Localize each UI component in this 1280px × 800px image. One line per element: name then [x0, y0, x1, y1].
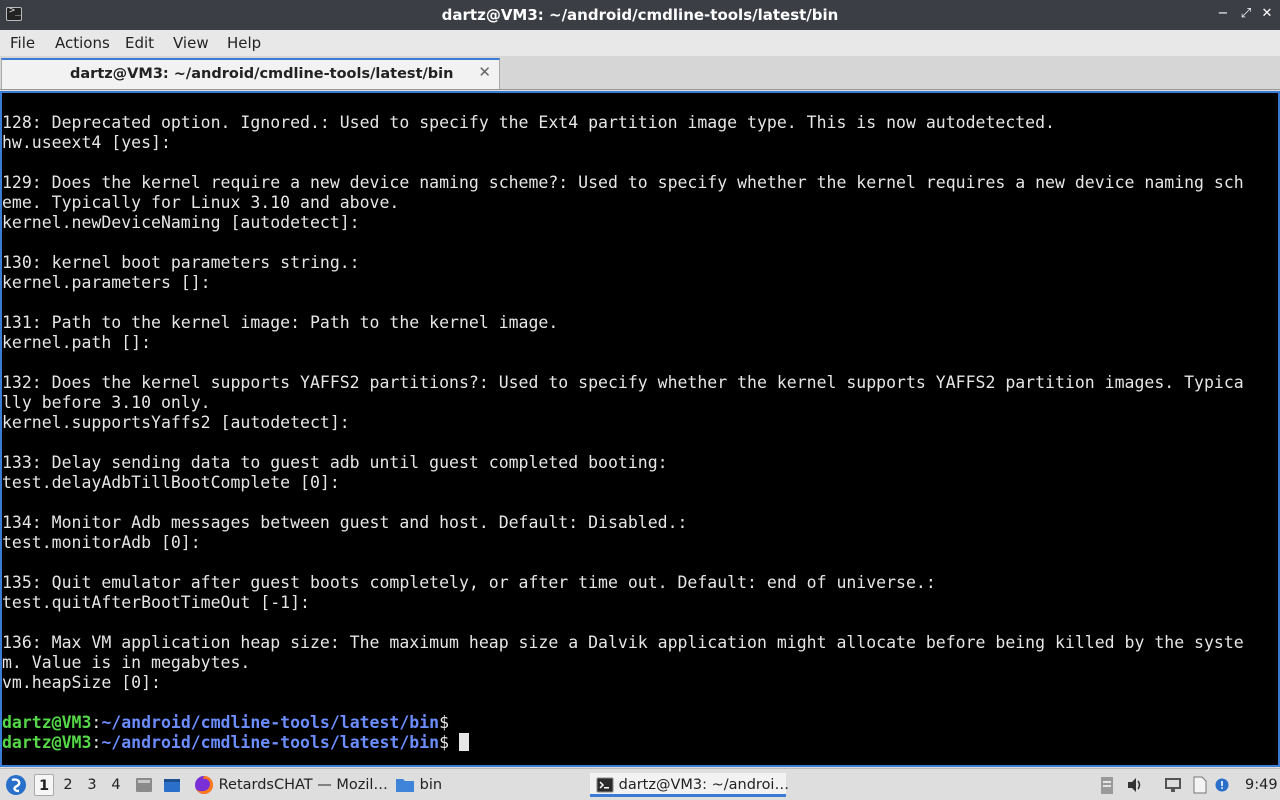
files-icon[interactable]: [1190, 773, 1210, 797]
window-titlebar[interactable]: >_ dartz@VM3: ~/android/cmdline-tools/la…: [0, 0, 1280, 30]
folder-icon: [396, 779, 414, 792]
terminal-line: m. Value is in megabytes.: [2, 653, 251, 672]
terminal-line: 128: Deprecated option. Ignored.: Used t…: [2, 113, 1055, 132]
terminal-line: test.delayAdbTillBootComplete [0]:: [2, 473, 340, 492]
task-folder[interactable]: bin: [395, 773, 442, 797]
tab-terminal[interactable]: dartz@VM3: ~/android/cmdline-tools/lates…: [1, 58, 500, 89]
prompt-path: ~/android/cmdline-tools/latest/bin: [101, 713, 440, 732]
menu-file[interactable]: File: [10, 34, 35, 52]
terminal-line: 134: Monitor Adb messages between guest …: [2, 513, 688, 532]
workspace-1[interactable]: 1: [34, 774, 54, 796]
terminal-cursor: [458, 733, 469, 751]
menu-view[interactable]: View: [173, 34, 209, 52]
prompt-symbol: $: [439, 713, 450, 732]
terminal-line: 129: Does the kernel require a new devic…: [2, 173, 1244, 192]
menu-edit[interactable]: Edit: [125, 34, 154, 52]
window-title: dartz@VM3: ~/android/cmdline-tools/lates…: [441, 6, 839, 24]
terminal-line: 136: Max VM application heap size: The m…: [2, 633, 1244, 652]
firefox-icon: [195, 775, 214, 794]
menu-actions[interactable]: Actions: [55, 34, 110, 52]
terminal-line: kernel.newDeviceNaming [autodetect]:: [2, 213, 360, 232]
terminal-prompt-line: dartz@VM3:~/android/cmdline-tools/latest…: [2, 713, 1244, 733]
terminal-line: lly before 3.10 only.: [2, 393, 211, 412]
workspace-3[interactable]: 3: [82, 774, 102, 796]
prompt-separator: :: [91, 713, 102, 732]
terminal-line: kernel.parameters []:: [2, 273, 211, 292]
terminal-line: vm.heapSize [0]:: [2, 673, 161, 692]
task-firefox[interactable]: RetardsCHAT — Mozil…: [194, 773, 388, 797]
prompt-user: dartz@VM3: [2, 713, 92, 732]
terminal-line: test.quitAfterBootTimeOut [-1]:: [2, 593, 310, 612]
minimize-icon[interactable]: −: [1214, 5, 1232, 23]
terminal-line: 132: Does the kernel supports YAFFS2 par…: [2, 373, 1244, 392]
terminal-icon: [596, 777, 614, 793]
terminal-line: hw.useext4 [yes]:: [2, 133, 171, 152]
terminal-line: eme. Typically for Linux 3.10 and above.: [2, 193, 400, 212]
terminal-prompt-line: dartz@VM3:~/android/cmdline-tools/latest…: [2, 733, 1244, 753]
prompt-symbol: $: [439, 733, 459, 752]
workspace-4[interactable]: 4: [106, 774, 126, 796]
menu-help[interactable]: Help: [227, 34, 261, 52]
prompt-user: dartz@VM3: [2, 733, 92, 752]
workspace-2[interactable]: 2: [58, 774, 78, 796]
terminal-area[interactable]: 128: Deprecated option. Ignored.: Used t…: [0, 91, 1280, 767]
notification-icon[interactable]: [1215, 773, 1231, 797]
task-terminal[interactable]: dartz@VM3: ~/androi…: [590, 773, 789, 797]
clock[interactable]: 9:49: [1245, 773, 1278, 797]
show-desktop-icon[interactable]: [134, 773, 154, 797]
window-list-icon[interactable]: [162, 773, 182, 797]
terminal-line: 131: Path to the kernel image: Path to t…: [2, 313, 559, 332]
terminal-line: 135: Quit emulator after guest boots com…: [2, 573, 936, 592]
clipboard-icon[interactable]: [1099, 773, 1115, 797]
task-label: dartz@VM3: ~/androi…: [618, 777, 789, 793]
tab-close-icon[interactable]: ✕: [478, 63, 491, 81]
start-menu-icon[interactable]: [5, 773, 27, 797]
terminal-line: kernel.supportsYaffs2 [autodetect]:: [2, 413, 350, 432]
tab-label: dartz@VM3: ~/android/cmdline-tools/lates…: [70, 66, 454, 82]
prompt-separator: :: [91, 733, 102, 752]
terminal-line: kernel.path []:: [2, 333, 152, 352]
terminal-line: 133: Delay sending data to guest adb unt…: [2, 453, 668, 472]
taskbar: 1 2 3 4 RetardsCHAT — Mozil… bin dartz@V…: [0, 768, 1280, 800]
network-icon[interactable]: [1163, 773, 1183, 797]
terminal-line: 130: kernel boot parameters string.:: [2, 253, 360, 272]
task-label: RetardsCHAT — Mozil…: [218, 777, 388, 793]
prompt-path: ~/android/cmdline-tools/latest/bin: [101, 733, 440, 752]
volume-icon[interactable]: [1126, 773, 1144, 797]
terminal-line: test.monitorAdb [0]:: [2, 533, 201, 552]
terminal-output: 128: Deprecated option. Ignored.: Used t…: [2, 113, 1244, 753]
restore-icon[interactable]: ⤢: [1237, 5, 1255, 23]
tab-bar: dartz@VM3: ~/android/cmdline-tools/lates…: [0, 56, 1280, 90]
menu-bar: File Actions Edit View Help: [0, 30, 1280, 56]
task-label: bin: [419, 777, 443, 793]
close-icon[interactable]: ✕: [1258, 5, 1276, 23]
